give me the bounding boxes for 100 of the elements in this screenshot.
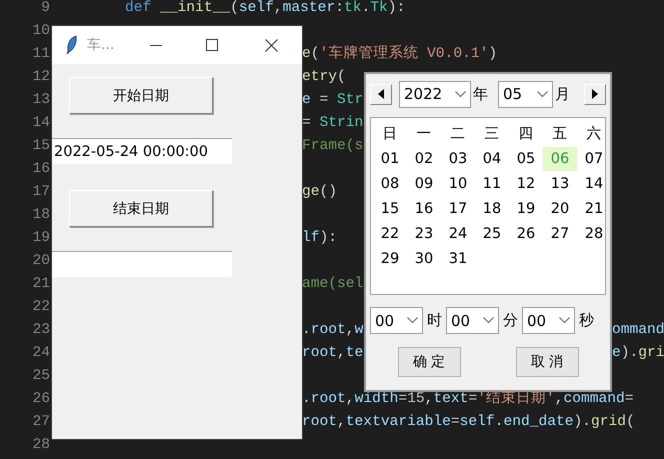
line-number: 17 <box>32 183 50 202</box>
calendar-day[interactable]: 14 <box>577 172 611 196</box>
line-number: 10 <box>32 22 50 41</box>
code-text: e).gri <box>612 344 664 363</box>
line-number: 23 <box>32 321 50 340</box>
calendar-day[interactable]: 09 <box>407 172 441 196</box>
maximize-icon[interactable] <box>206 39 218 51</box>
line-number: 22 <box>32 298 50 317</box>
weekday-header: 六 <box>586 124 602 144</box>
calendar-day[interactable]: 10 <box>441 172 475 196</box>
time-dropdown[interactable]: 00 <box>522 307 575 334</box>
left-triangle-icon <box>378 89 384 99</box>
time-dropdown[interactable]: 00 <box>370 307 423 334</box>
line-number: 21 <box>32 275 50 294</box>
line-number: 18 <box>32 206 50 225</box>
calendar-day[interactable]: 22 <box>373 222 407 246</box>
line-number: 28 <box>32 436 50 455</box>
month-dropdown[interactable]: 05 <box>498 80 553 108</box>
weekday-header: 五 <box>552 124 568 144</box>
time-unit-label: 时 <box>427 311 442 330</box>
calendar-day[interactable]: 13 <box>543 172 577 196</box>
line-number: 27 <box>32 413 50 432</box>
calendar-day[interactable]: 12 <box>509 172 543 196</box>
code-text: etry( <box>302 68 346 87</box>
year-dropdown[interactable]: 2022 <box>399 80 471 108</box>
date-button[interactable]: 开始日期 <box>69 77 213 114</box>
time-unit-label: 秒 <box>579 311 594 330</box>
weekday-header: 三 <box>484 124 500 144</box>
month-label: 月 <box>555 84 570 104</box>
code-text: ommand <box>612 321 664 340</box>
calendar-day[interactable]: 03 <box>441 146 475 170</box>
window-title: 车... <box>87 36 114 54</box>
next-month-button[interactable] <box>584 84 606 104</box>
calendar-day[interactable]: 08 <box>373 172 407 196</box>
date-button[interactable]: 结束日期 <box>69 190 213 227</box>
code-text: .root,w <box>302 321 364 340</box>
calendar-day[interactable]: 11 <box>475 172 509 196</box>
calendar-day[interactable]: 26 <box>509 222 543 246</box>
calendar-day[interactable]: 27 <box>543 222 577 246</box>
feather-icon <box>66 35 78 55</box>
line-number: 12 <box>32 68 50 87</box>
line-number: 14 <box>32 114 50 133</box>
calendar-day[interactable]: 18 <box>475 196 509 220</box>
chevron-down-icon <box>559 317 570 324</box>
calendar-day[interactable]: 05 <box>509 146 543 170</box>
code-text: root,te <box>302 344 364 363</box>
cancel-button[interactable]: 取 消 <box>516 347 578 377</box>
weekday-header: 四 <box>518 124 534 144</box>
calendar-day[interactable]: 17 <box>441 196 475 220</box>
calendar-day[interactable]: 25 <box>475 222 509 246</box>
calendar-day[interactable]: 24 <box>441 222 475 246</box>
calendar-day[interactable]: 02 <box>407 146 441 170</box>
close-icon[interactable] <box>265 39 278 52</box>
line-number: 15 <box>32 137 50 156</box>
previous-month-button[interactable] <box>370 84 392 104</box>
calendar-day[interactable]: 21 <box>577 196 611 220</box>
right-triangle-icon <box>592 89 598 99</box>
calendar-day[interactable]: 31 <box>441 246 475 270</box>
calendar-day[interactable]: 01 <box>373 146 407 170</box>
chevron-down-icon <box>537 90 548 98</box>
date-field[interactable] <box>52 251 232 277</box>
code-text: = Strin <box>302 114 364 133</box>
chevron-down-icon <box>407 317 418 324</box>
calendar-day[interactable]: 30 <box>407 246 441 270</box>
line-number: 20 <box>32 252 50 271</box>
line-number: 13 <box>32 91 50 110</box>
time-dropdown[interactable]: 00 <box>446 307 499 334</box>
code-text: ge() <box>302 183 338 202</box>
calendar-day[interactable]: 20 <box>543 196 577 220</box>
code-text: ame(sel <box>302 275 364 294</box>
calendar-day[interactable]: 19 <box>509 196 543 220</box>
line-number: 19 <box>32 229 50 248</box>
calendar-day[interactable]: 29 <box>373 246 407 270</box>
line-number: 11 <box>32 45 50 64</box>
line-number: 16 <box>32 160 50 179</box>
calendar-day[interactable]: 23 <box>407 222 441 246</box>
weekday-header: 日 <box>382 124 398 144</box>
code-text: lf): <box>302 229 338 248</box>
code-text: root,textvariable=self.end_date).grid( <box>302 413 635 432</box>
line-number: 24 <box>32 344 50 363</box>
calendar-day[interactable]: 16 <box>407 196 441 220</box>
calendar-day[interactable]: 28 <box>577 222 611 246</box>
calendar-day[interactable]: 07 <box>577 146 611 170</box>
chevron-down-icon <box>455 90 466 98</box>
code-text: e('车牌管理系统 V0.0.1') <box>302 44 498 64</box>
year-label: 年 <box>473 84 488 104</box>
calendar-day[interactable]: 15 <box>373 196 407 220</box>
weekday-header: 一 <box>416 124 432 144</box>
line-number: 9 <box>41 0 50 18</box>
calendar-day[interactable]: 04 <box>475 146 509 170</box>
code-text: Frame(s <box>302 137 364 156</box>
line-number: 26 <box>32 390 50 409</box>
chevron-down-icon <box>483 317 494 324</box>
line-number: 25 <box>32 367 50 386</box>
time-unit-label: 分 <box>503 311 518 330</box>
date-field[interactable]: 2022-05-24 00:00:00 <box>52 138 232 164</box>
weekday-header: 二 <box>450 124 466 144</box>
code-text: e = Str <box>302 91 364 110</box>
code-text: def __init__(self,master:tk.Tk): <box>125 0 406 18</box>
confirm-button[interactable]: 确 定 <box>398 347 460 377</box>
